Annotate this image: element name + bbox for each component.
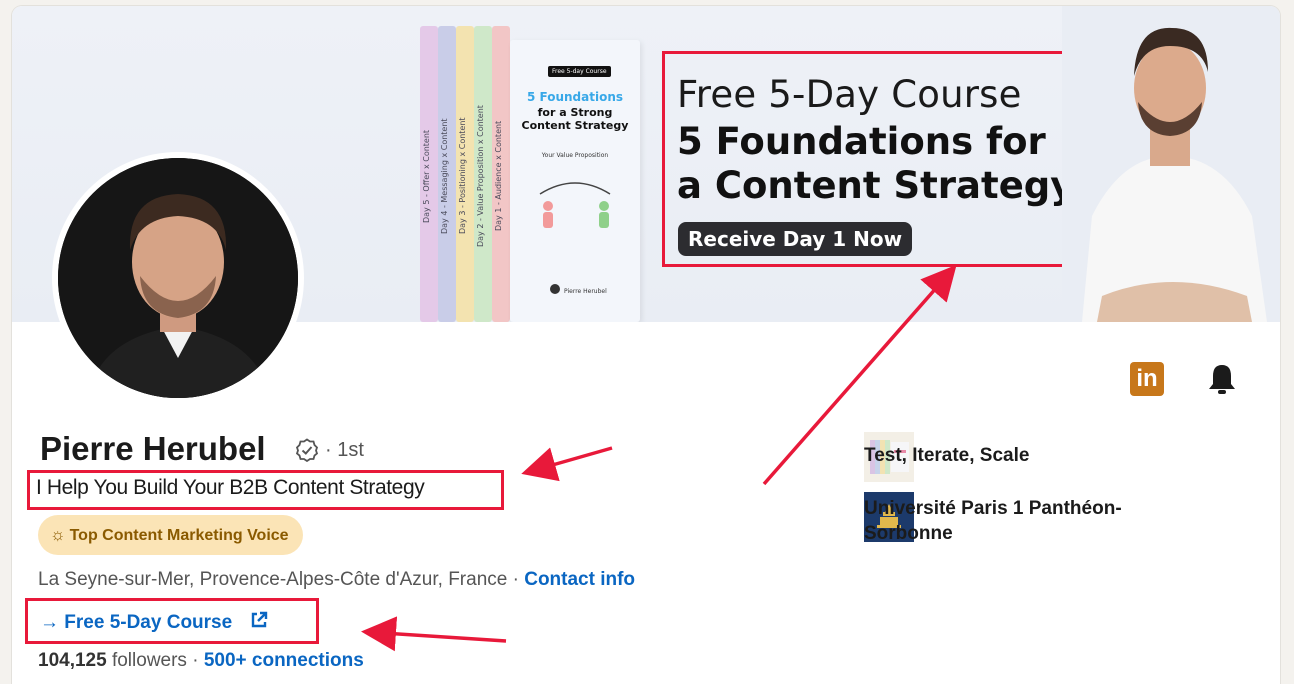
avatar-photo [58,158,298,398]
external-course-link[interactable]: → Free 5-Day Course [40,610,269,634]
connection-degree: · 1st [325,439,364,461]
book-spine: Day 5 - Offer x Content [420,26,438,322]
sun-icon: ☼ [50,525,66,544]
profile-avatar[interactable] [52,152,304,404]
top-voice-badge[interactable]: ☼ Top Content Marketing Voice [38,515,303,555]
profile-name: Pierre Herubel [40,430,266,467]
book-tag: Free 5-day Course [548,66,611,77]
verified-badge-icon[interactable] [295,438,319,462]
bell-icon[interactable] [1206,362,1238,396]
education-school[interactable]: Université Paris 1 Panthéon- Sorbonne [864,496,1122,546]
book-title: 5 Foundations [526,90,624,104]
book-spine: Day 4 - Messaging x Content [438,26,456,322]
book-author: Pierre Herubel [564,288,607,295]
book-spine: Day 2 - Value Proposition x Content [474,26,492,322]
contact-info-link[interactable]: Contact info [524,569,635,590]
followers-count: 104,125 followers · 500+ connections [38,650,364,671]
author-avatar-icon [550,284,560,294]
book-spine: Day 1 - Audience x Content [492,26,510,322]
linkedin-icon[interactable]: in [1130,362,1164,396]
external-link-icon [252,611,268,628]
book-title-sub: for a Strong Content Strategy [521,106,629,132]
profile-location: La Seyne-sur-Mer, Provence-Alpes-Côte d'… [38,569,636,590]
book-spine: Day 3 - Positioning x Content [456,26,474,322]
connections-link[interactable]: 500+ connections [204,650,364,671]
book-cover: Free 5-day Course 5 Foundations for a St… [510,40,640,322]
profile-headline: I Help You Build Your B2B Content Strate… [36,476,425,499]
banner-person-photo [1062,6,1280,322]
highlight-box [662,51,1070,267]
experience-company[interactable]: Test, Iterate, Scale [864,443,1029,468]
book-illustration [539,182,611,228]
book-subtitle: Your Value Proposition [541,152,609,159]
